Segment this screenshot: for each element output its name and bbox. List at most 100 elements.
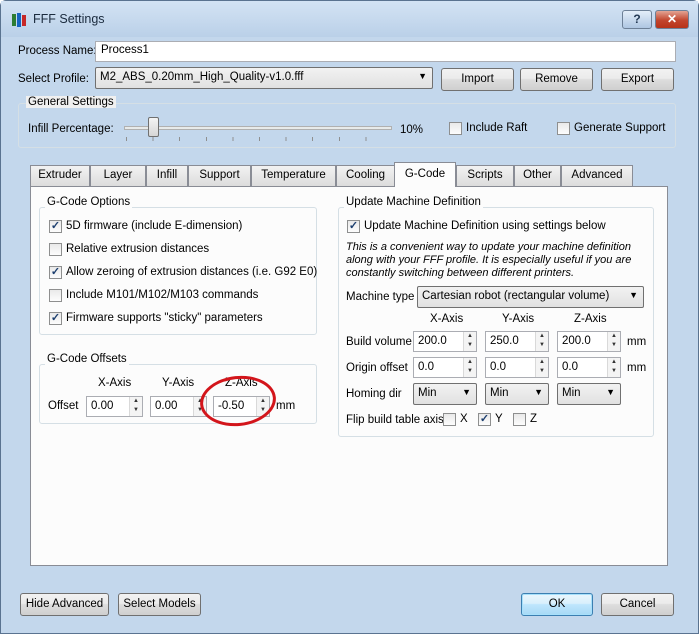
infill-slider-ticks (126, 137, 392, 141)
option-allow-zeroing-checkbox[interactable]: ✓ (49, 266, 62, 279)
tab-layer[interactable]: Layer (90, 165, 146, 186)
close-button[interactable]: ✕ (655, 10, 689, 29)
machine-x-header: X-Axis (430, 313, 464, 325)
origin-offset-label: Origin offset (346, 362, 408, 374)
app-icon (12, 13, 26, 27)
infill-value: 10% (400, 124, 424, 136)
cancel-button[interactable]: Cancel (601, 593, 674, 616)
option-relative-extrusion-checkbox[interactable] (49, 243, 62, 256)
origin-offset-y-spinbox[interactable]: 0.0 ▲ ▼ (485, 357, 549, 378)
hide-advanced-button[interactable]: Hide Advanced (20, 593, 109, 616)
select-models-button[interactable]: Select Models (118, 593, 201, 616)
profile-select[interactable]: M2_ABS_0.20mm_High_Quality-v1.0.fff ▼ (95, 67, 433, 89)
tab-support[interactable]: Support (188, 165, 251, 186)
homing-dir-label: Homing dir (346, 388, 402, 400)
build-volume-z-spinbox[interactable]: 200.0 ▲ ▼ (557, 331, 621, 352)
chevron-down-icon: ▼ (418, 71, 427, 81)
homing-x-select[interactable]: Min ▼ (413, 383, 477, 405)
include-raft-checkbox[interactable] (449, 122, 462, 135)
build-volume-z-value: 200.0 (562, 335, 591, 347)
profile-select-value: M2_ABS_0.20mm_High_Quality-v1.0.fff (100, 71, 304, 83)
tab-infill[interactable]: Infill (146, 165, 188, 186)
tab-advanced[interactable]: Advanced (561, 165, 633, 186)
homing-z-value: Min (562, 387, 581, 399)
build-volume-y-spinbox[interactable]: 250.0 ▲ ▼ (485, 331, 549, 352)
tab-other[interactable]: Other (514, 165, 561, 186)
spin-arrows-icon[interactable]: ▲ ▼ (463, 358, 476, 377)
tab-gcode[interactable]: G-Code (394, 162, 456, 187)
origin-offset-z-value: 0.0 (562, 361, 578, 373)
flip-z-checkbox[interactable] (513, 413, 526, 426)
offset-y-spinbox[interactable]: 0.00 ▲ ▼ (150, 396, 207, 417)
flip-x-checkbox[interactable] (443, 413, 456, 426)
spin-arrows-icon[interactable]: ▲ ▼ (535, 332, 548, 351)
machine-type-select[interactable]: Cartesian robot (rectangular volume) ▼ (417, 286, 644, 308)
generate-support-checkbox[interactable] (557, 122, 570, 135)
chevron-down-icon: ▼ (534, 387, 543, 397)
tab-temperature[interactable]: Temperature (251, 165, 336, 186)
offset-row-label: Offset (48, 400, 79, 412)
chevron-down-icon: ▼ (629, 290, 638, 300)
origin-offset-x-spinbox[interactable]: 0.0 ▲ ▼ (413, 357, 477, 378)
infill-slider-track[interactable] (124, 126, 392, 130)
flip-y-checkbox[interactable]: ✓ (478, 413, 491, 426)
offset-x-spinbox[interactable]: 0.00 ▲ ▼ (86, 396, 143, 417)
origin-offset-z-spinbox[interactable]: 0.0 ▲ ▼ (557, 357, 621, 378)
machine-y-header: Y-Axis (502, 313, 535, 325)
flip-z-label: Z (530, 413, 538, 425)
update-machine-label: Update Machine Definition using settings… (364, 220, 606, 232)
build-volume-x-value: 200.0 (418, 335, 447, 347)
flip-axis-label: Flip build table axis (346, 414, 444, 426)
flip-x-label: X (460, 413, 468, 425)
remove-button[interactable]: Remove (520, 68, 593, 91)
spin-arrows-icon[interactable]: ▲ ▼ (129, 397, 142, 416)
build-volume-label: Build volume (346, 336, 412, 348)
option-m101-commands-label: Include M101/M102/M103 commands (66, 289, 259, 301)
ok-button[interactable]: OK (521, 593, 593, 616)
spin-arrows-icon[interactable]: ▲ ▼ (463, 332, 476, 351)
option-allow-zeroing-label: Allow zeroing of extrusion distances (i.… (66, 266, 318, 278)
offset-unit: mm (276, 400, 296, 412)
origin-offset-x-value: 0.0 (418, 361, 434, 373)
generate-support-label: Generate Support (574, 122, 666, 134)
infill-slider-thumb[interactable] (148, 117, 159, 137)
option-relative-extrusion-label: Relative extrusion distances (66, 243, 210, 255)
origin-offset-unit: mm (627, 362, 647, 374)
offset-y-header: Y-Axis (162, 377, 195, 389)
build-volume-x-spinbox[interactable]: 200.0 ▲ ▼ (413, 331, 477, 352)
import-button[interactable]: Import (441, 68, 514, 91)
machine-z-header: Z-Axis (574, 313, 607, 325)
build-volume-y-value: 250.0 (490, 335, 519, 347)
offset-x-value: 0.00 (91, 400, 114, 412)
infill-percentage-label: Infill Percentage: (28, 123, 114, 135)
option-m101-commands-checkbox[interactable] (49, 289, 62, 302)
tab-extruder[interactable]: Extruder (30, 165, 90, 186)
homing-y-select[interactable]: Min ▼ (485, 383, 549, 405)
general-settings-title: General Settings (26, 96, 116, 108)
help-button[interactable]: ? (622, 10, 652, 29)
option-5d-firmware-checkbox[interactable]: ✓ (49, 220, 62, 233)
include-raft-label: Include Raft (466, 122, 528, 134)
export-button[interactable]: Export (601, 68, 674, 91)
process-name-label: Process Name: (18, 45, 97, 57)
flip-y-label: Y (495, 413, 503, 425)
option-5d-firmware-label: 5D firmware (include E-dimension) (66, 220, 243, 232)
chevron-down-icon: ▼ (606, 387, 615, 397)
tab-scripts[interactable]: Scripts (456, 165, 514, 186)
homing-z-select[interactable]: Min ▼ (557, 383, 621, 405)
offset-x-header: X-Axis (98, 377, 132, 389)
select-profile-label: Select Profile: (18, 73, 89, 85)
option-sticky-params-checkbox[interactable]: ✓ (49, 312, 62, 325)
homing-y-value: Min (490, 387, 509, 399)
gcode-offsets-title: G-Code Offsets (45, 353, 129, 365)
window-title: FFF Settings (33, 12, 105, 26)
spin-arrows-icon[interactable]: ▲ ▼ (607, 332, 620, 351)
spin-arrows-icon[interactable]: ▲ ▼ (607, 358, 620, 377)
process-name-input[interactable]: Process1 (95, 41, 676, 62)
offset-y-value: 0.00 (155, 400, 178, 412)
option-sticky-params-label: Firmware supports "sticky" parameters (66, 312, 263, 324)
spin-arrows-icon[interactable]: ▲ ▼ (535, 358, 548, 377)
machine-type-label: Machine type (346, 291, 415, 303)
tab-cooling[interactable]: Cooling (336, 165, 395, 186)
update-machine-checkbox[interactable]: ✓ (347, 220, 360, 233)
